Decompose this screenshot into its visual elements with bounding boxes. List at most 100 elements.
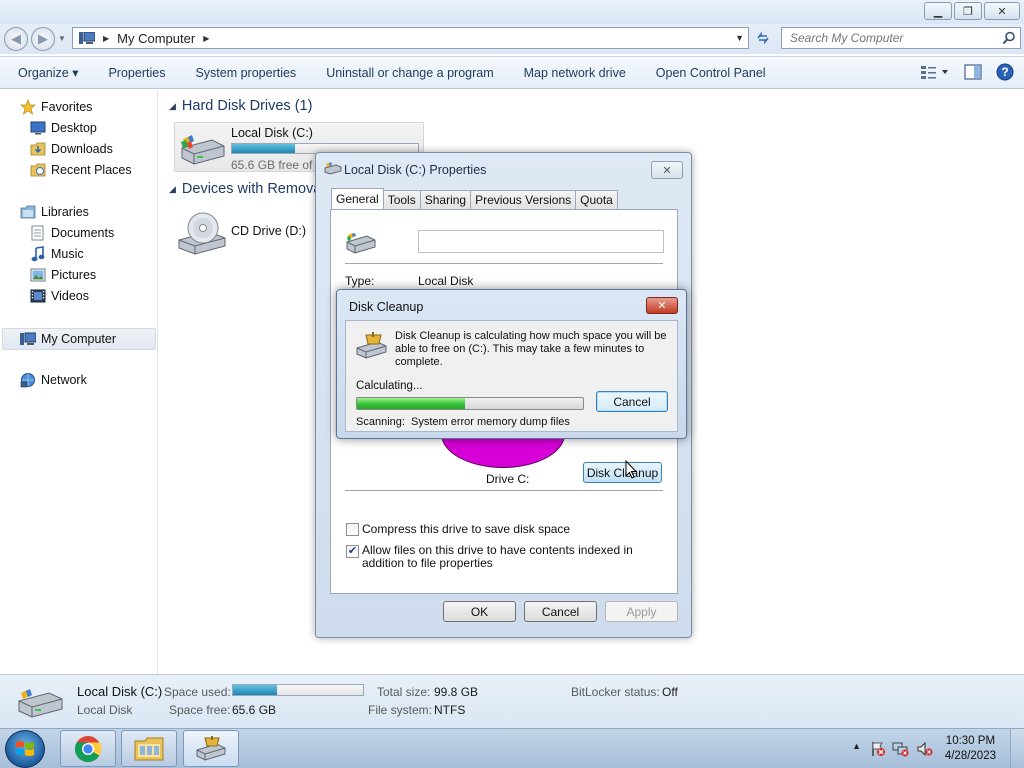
show-desktop-button[interactable]	[1010, 729, 1024, 768]
nav-videos[interactable]: Videos	[30, 288, 89, 304]
space-free-label: Space free:	[169, 703, 231, 717]
apply-button[interactable]: Apply	[605, 601, 678, 622]
search-input[interactable]	[790, 31, 990, 45]
network-icon	[20, 372, 36, 388]
uninstall-program-button[interactable]: Uninstall or change a program	[326, 66, 493, 80]
cleanup-cancel-button[interactable]: Cancel	[596, 391, 668, 412]
file-system-label: File system:	[368, 703, 433, 717]
nav-label: Network	[41, 373, 87, 387]
window-titlebar: ▁ ❐ ✕	[0, 0, 1024, 24]
hard-drive-icon	[181, 135, 225, 165]
taskbar-explorer-button[interactable]	[121, 730, 177, 767]
forward-button[interactable]: ▶	[31, 27, 55, 51]
volume-muted-icon[interactable]	[916, 741, 934, 757]
nav-label: Recent Places	[51, 163, 132, 177]
dialog-close-button[interactable]: ✕	[651, 161, 683, 179]
group-title: Hard Disk Drives (1)	[181, 98, 313, 114]
taskbar-disk-cleanup-button[interactable]	[183, 730, 239, 767]
taskbar-chrome-button[interactable]	[60, 730, 116, 767]
nav-music[interactable]: Music	[30, 246, 84, 262]
tab-general[interactable]: General	[331, 188, 384, 209]
index-label: Allow files on this drive to have conten…	[362, 543, 633, 570]
index-checkbox[interactable]: ✔	[346, 545, 359, 558]
nav-my-computer[interactable]: My Computer	[2, 328, 156, 350]
clock-time: 10:30 PM	[945, 735, 996, 747]
view-options-icon[interactable]	[920, 63, 950, 81]
refresh-button[interactable]	[752, 28, 774, 48]
preview-pane-icon[interactable]	[964, 64, 982, 80]
system-properties-button[interactable]: System properties	[195, 66, 296, 80]
nav-libraries[interactable]: Libraries	[20, 204, 89, 220]
total-size-label: Total size:	[377, 685, 431, 699]
taskbar-clock[interactable]: 10:30 PM 4/28/2023	[945, 734, 996, 764]
nav-label: Downloads	[51, 142, 113, 156]
breadcrumb-separator[interactable]: ▶	[203, 34, 209, 43]
disk-cleanup-icon	[196, 735, 226, 761]
properties-button[interactable]: Properties	[108, 66, 165, 80]
nav-favorites[interactable]: Favorites	[20, 99, 92, 115]
start-button[interactable]	[5, 730, 45, 768]
tab-tools[interactable]: Tools	[382, 190, 421, 209]
tab-previous-versions[interactable]: Previous Versions	[470, 190, 577, 209]
ok-button[interactable]: OK	[443, 601, 516, 622]
back-button[interactable]: ◀	[4, 27, 28, 51]
windows-logo-icon	[16, 741, 34, 756]
clock-date: 4/28/2023	[944, 750, 996, 762]
chrome-icon	[74, 735, 102, 762]
nav-desktop[interactable]: Desktop	[30, 120, 97, 136]
breadcrumb-separator[interactable]: ▶	[103, 34, 109, 43]
back-arrow-icon: ◀	[11, 31, 21, 46]
breadcrumb-my-computer[interactable]: My Computer	[117, 31, 195, 46]
collapse-triangle-icon[interactable]: ◢	[169, 101, 176, 112]
disk-cleanup-button[interactable]: Disk Cleanup	[583, 462, 662, 483]
nav-pictures[interactable]: Pictures	[30, 267, 96, 283]
properties-tabs: General Tools Sharing Previous Versions …	[331, 188, 618, 209]
tab-sharing[interactable]: Sharing	[419, 190, 472, 209]
search-icon[interactable]	[1002, 31, 1016, 45]
recent-pages-dropdown[interactable]: ▼	[58, 34, 66, 43]
collapse-triangle-icon[interactable]: ◢	[169, 184, 176, 195]
music-icon	[30, 246, 46, 262]
network-status-icon[interactable]	[892, 741, 910, 757]
address-dropdown-icon[interactable]: ▼	[735, 33, 744, 43]
close-button[interactable]: ✕	[984, 2, 1020, 20]
nav-recent-places[interactable]: Recent Places	[30, 162, 132, 178]
address-bar[interactable]: ▶ My Computer ▶ ▼	[72, 27, 749, 49]
type-value: Local Disk	[418, 274, 474, 288]
space-used-bar-fill	[233, 685, 278, 695]
desktop-icon	[30, 120, 46, 136]
hard-drive-icon	[324, 162, 342, 175]
help-icon[interactable]: ?	[996, 63, 1014, 81]
scanning-label: Scanning:	[356, 416, 405, 428]
nav-label: My Computer	[41, 332, 117, 346]
volume-label-input[interactable]	[418, 230, 664, 253]
type-label: Type:	[345, 274, 375, 288]
space-used-bar	[232, 684, 364, 696]
hdd-group-header[interactable]: ◢ Hard Disk Drives (1)	[169, 98, 312, 114]
computer-icon	[79, 32, 95, 44]
nav-network[interactable]: Network	[20, 372, 87, 388]
show-hidden-icons-button[interactable]: ▲	[852, 741, 861, 751]
cleanup-progress-bar	[356, 397, 584, 410]
star-icon	[20, 99, 36, 115]
space-free-value: 65.6 GB	[232, 703, 277, 717]
bitlocker-value: Off	[662, 685, 678, 699]
restore-button[interactable]: ❐	[954, 2, 982, 20]
file-system-value: NTFS	[434, 703, 466, 717]
dialog-title: Local Disk (C:) Properties	[344, 163, 487, 177]
dialog-close-button[interactable]: ✕	[646, 297, 678, 314]
organize-menu[interactable]: Organize ▾	[18, 65, 78, 80]
tab-quota[interactable]: Quota	[575, 190, 618, 209]
minimize-button[interactable]: ▁	[924, 2, 952, 20]
open-control-panel-button[interactable]: Open Control Panel	[656, 66, 766, 80]
nav-downloads[interactable]: Downloads	[30, 141, 113, 157]
cancel-button[interactable]: Cancel	[524, 601, 597, 622]
action-center-flag-icon[interactable]	[870, 741, 886, 757]
nav-documents[interactable]: Documents	[30, 225, 114, 241]
drive-name: Local Disk (C:)	[231, 126, 313, 140]
compress-checkbox[interactable]	[346, 523, 359, 536]
recent-places-icon	[30, 162, 46, 178]
detail-name: Local Disk (C:)	[77, 684, 163, 699]
map-network-drive-button[interactable]: Map network drive	[524, 66, 626, 80]
dialog-title: Disk Cleanup	[349, 300, 424, 314]
